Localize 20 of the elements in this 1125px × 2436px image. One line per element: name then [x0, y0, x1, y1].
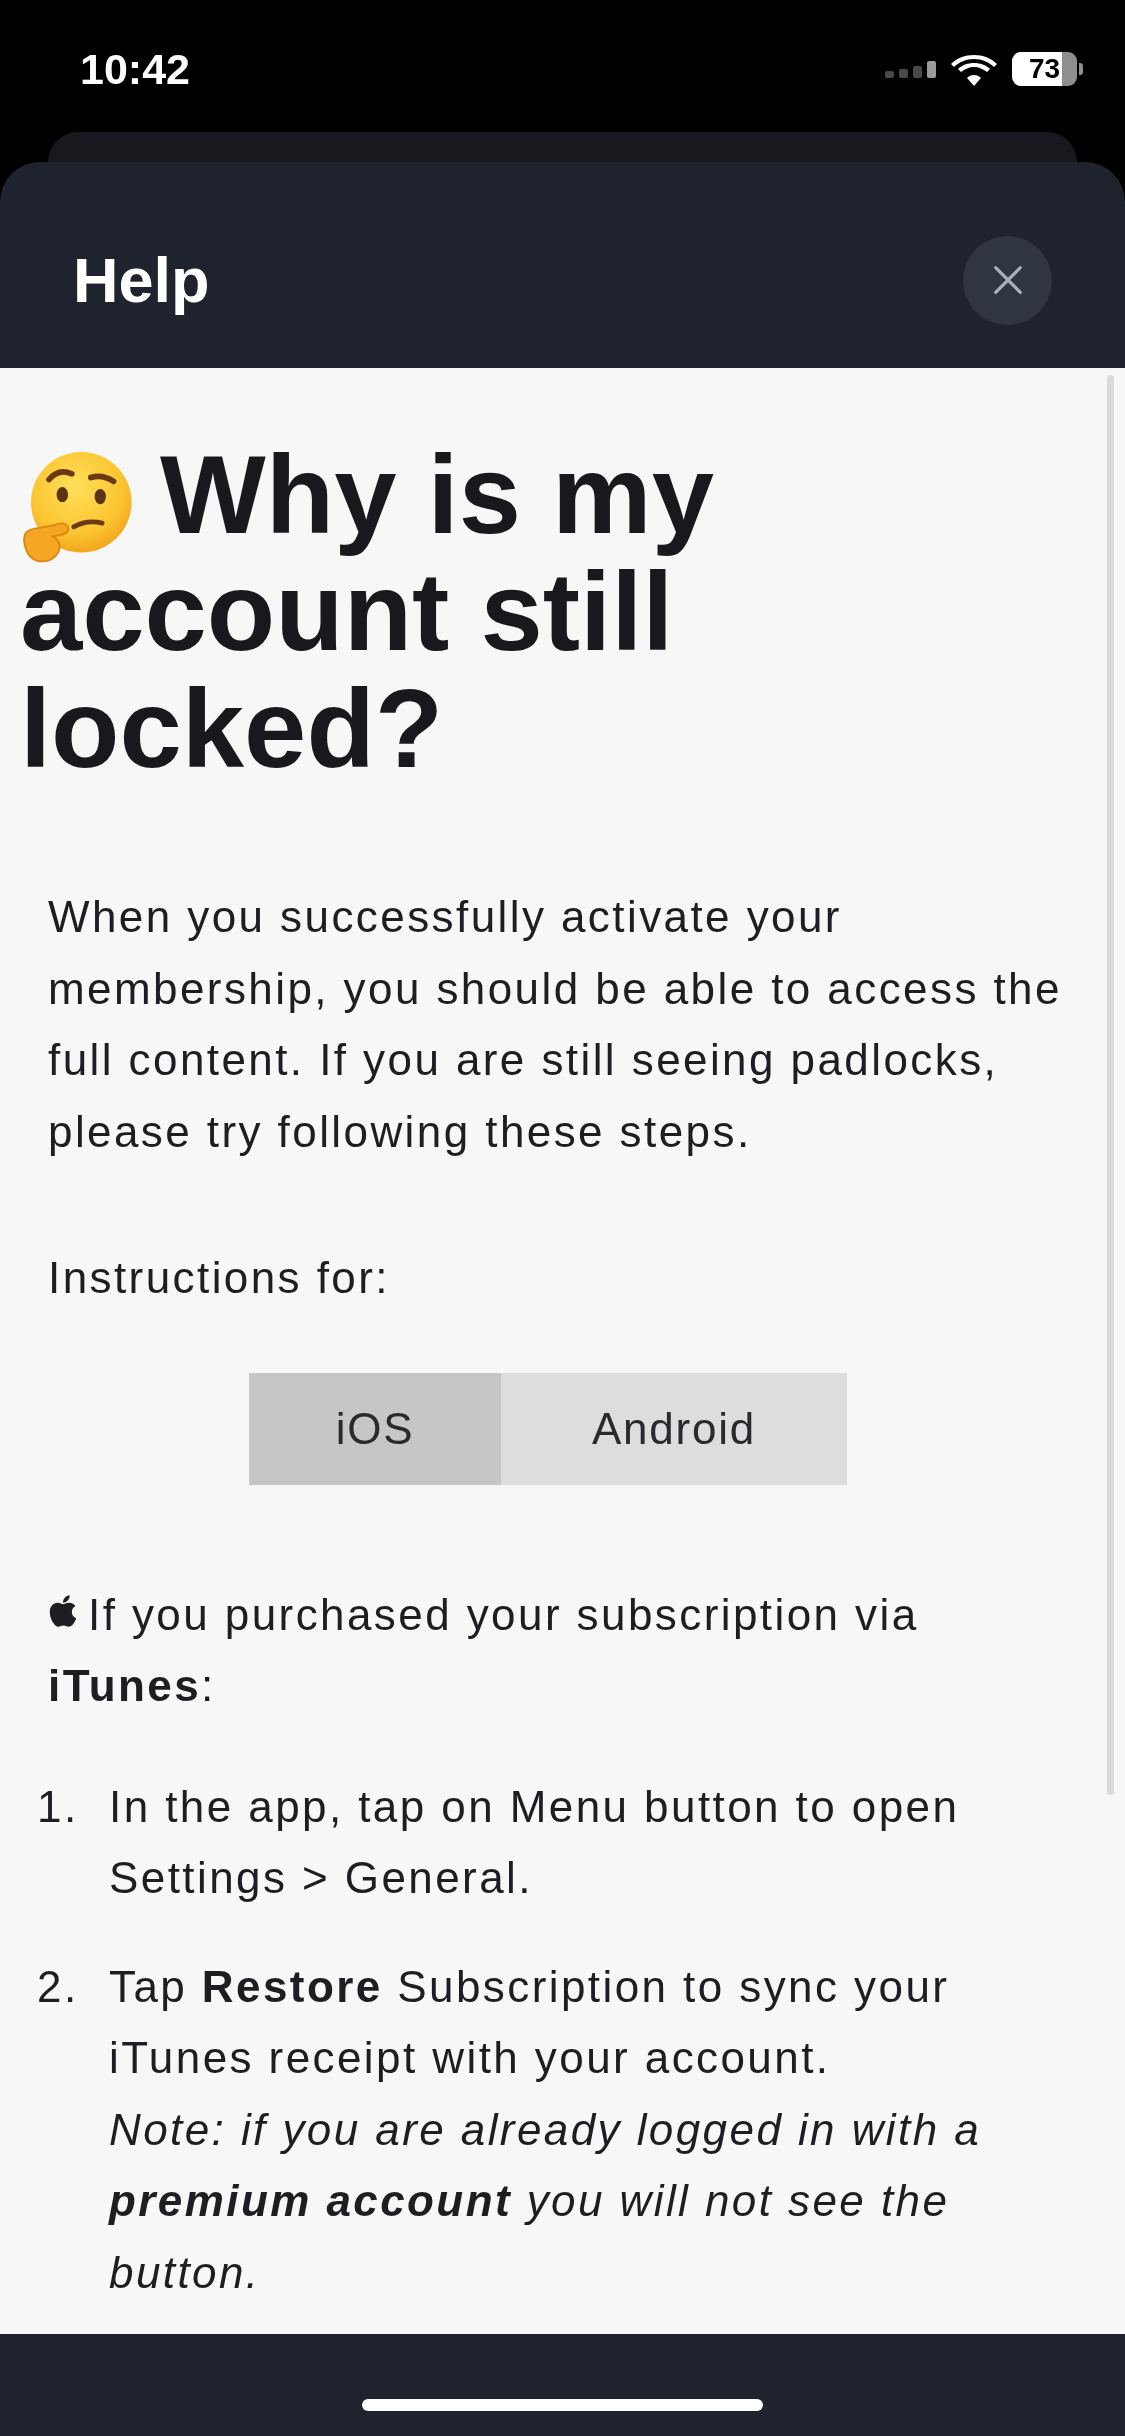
list-number: 1.: [37, 1780, 80, 1833]
section-heading: iTunes:: [48, 1660, 217, 1712]
thinking-face-icon: [20, 451, 135, 563]
home-indicator[interactable]: [362, 2399, 763, 2411]
step-note: Note: if you are already logged in with a premium account you will not see the button.: [109, 2103, 983, 2299]
section-heading: If you purchased your subscription via: [88, 1588, 919, 1641]
status-time: 10:42: [80, 48, 190, 91]
step-text: Tap Restore Subscription to sync your iTunes receipt with your account.: [109, 1960, 951, 2084]
apple-icon: [48, 1593, 78, 1630]
platform-tab[interactable]: iOS: [249, 1372, 501, 1485]
instructions-label: Instructions for:: [48, 1252, 391, 1304]
wifi-icon: [951, 52, 997, 86]
close-icon: [993, 266, 1022, 294]
step-text: In the app, tap on Menu button to open Settings > General.: [109, 1780, 961, 1904]
scrollbar-thumb[interactable]: [1107, 375, 1114, 1795]
signal-icon: [885, 60, 936, 78]
platform-tab[interactable]: Android: [501, 1372, 847, 1485]
intro-paragraph: When you successfully activate your membership, you should be able to access the full content. If you are still seeing padlocks, please try following these steps.: [48, 891, 1063, 1158]
battery-percentage: 73: [1028, 55, 1061, 83]
list-number: 2.: [37, 1960, 80, 2013]
